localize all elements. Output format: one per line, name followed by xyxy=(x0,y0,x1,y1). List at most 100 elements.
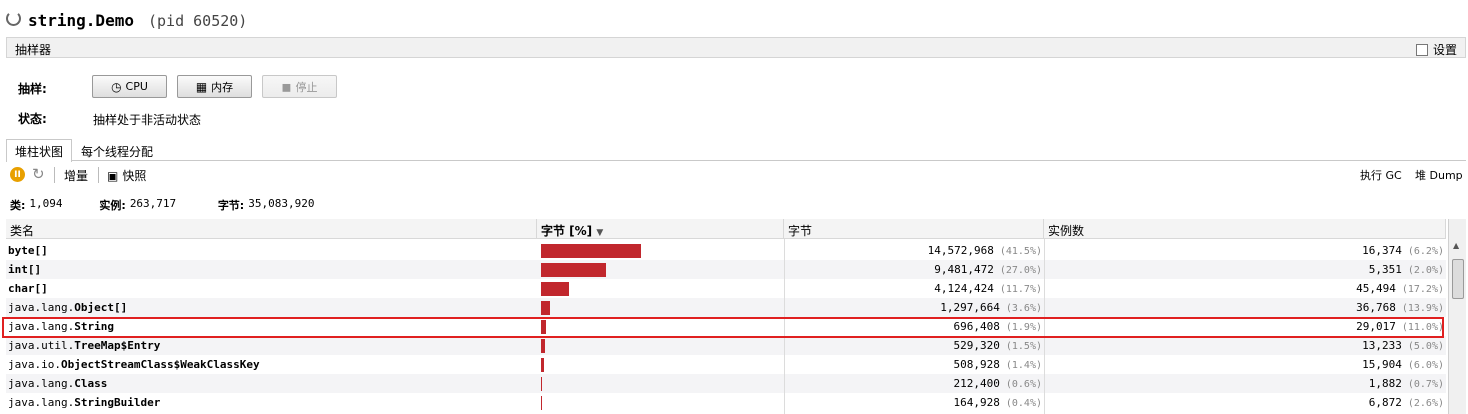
memory-chip-icon: ▦ xyxy=(195,79,208,94)
stop-button[interactable]: ◼ 停止 xyxy=(262,75,337,98)
bytes-value: 9,481,472 xyxy=(934,263,994,276)
column-header-bytes[interactable]: 字节 xyxy=(784,219,1044,239)
table-row[interactable]: java.lang.Class 212,400 (0.6%) 1,882 (0.7%) xyxy=(6,374,1446,393)
instances-value: 16,374 xyxy=(1362,244,1402,257)
class-simple-name: int[] xyxy=(8,263,42,276)
instances-percent-text: (6.0%) xyxy=(1407,360,1444,371)
memory-button[interactable]: ▦ 内存 xyxy=(177,75,252,98)
class-name-cell: byte[] xyxy=(8,244,48,257)
bytes-value: 529,320 xyxy=(953,339,1000,352)
column-header-instances[interactable]: 实例数 xyxy=(1044,219,1446,239)
heap-dump-button[interactable]: 堆 Dump xyxy=(1415,167,1463,183)
tab-heap-histogram[interactable]: 堆柱状图 xyxy=(6,139,73,162)
bytes-percent-bar xyxy=(541,377,543,391)
table-row[interactable]: java.io.ObjectStreamClass$WeakClassKey 50… xyxy=(6,355,1446,374)
class-name-cell: java.lang.StringBuilder xyxy=(8,396,160,409)
bytes-percent-bar xyxy=(541,396,542,410)
instances-value: 45,494 xyxy=(1356,282,1396,295)
package-name: java.lang. xyxy=(8,301,75,314)
sampler-section-header: 抽样器 设置 xyxy=(6,37,1466,58)
instances-value: 1,882 xyxy=(1368,377,1402,390)
class-simple-name: StringBuilder xyxy=(74,396,161,409)
instances-percent-text: (2.6%) xyxy=(1407,398,1444,409)
scroll-up-arrow[interactable]: ▲ xyxy=(1453,241,1459,250)
bytes-cell: 1,297,664 (3.6%) xyxy=(786,301,1042,314)
histogram-toolbar: II ↻ 增量 ▣ 快照 执行 GC 堆 Dump xyxy=(6,162,1466,188)
memory-button-label: 内存 xyxy=(211,80,234,94)
bytes-cell: 14,572,968 (41.5%) xyxy=(786,244,1042,257)
pause-button[interactable]: II xyxy=(10,167,25,182)
class-name-cell: char[] xyxy=(8,282,48,295)
sort-desc-icon: ▼ xyxy=(596,228,604,238)
instances-value: 15,904 xyxy=(1362,358,1402,371)
column-header-bytes-percent[interactable]: 字节 [%] ▼ xyxy=(537,219,784,239)
table-row[interactable]: java.util.TreeMap$Entry 529,320 (1.5%) 13,2… xyxy=(6,336,1446,355)
perform-gc-button[interactable]: 执行 GC xyxy=(1360,167,1402,183)
bytes-percent-text: (3.6%) xyxy=(1005,303,1042,314)
instances-percent-text: (6.2%) xyxy=(1407,246,1444,257)
class-simple-name: Object[] xyxy=(74,301,128,314)
bytes-value: 1,297,664 xyxy=(940,301,1000,314)
classes-label: 类: xyxy=(10,199,26,212)
bytes-percent-text: (41.5%) xyxy=(999,246,1042,257)
bytes-percent-text: (0.4%) xyxy=(1005,398,1042,409)
instances-cell: 15,904 (6.0%) xyxy=(1046,358,1444,371)
cpu-button[interactable]: ◷ CPU xyxy=(92,75,167,98)
bytes-percent-header-label: 字节 [%] xyxy=(541,224,593,238)
instances-value: 6,872 xyxy=(1368,396,1402,409)
bytes-value: 164,928 xyxy=(953,396,1000,409)
package-name: java.io. xyxy=(8,358,61,371)
bytes-percent-text: (11.7%) xyxy=(999,284,1042,295)
class-simple-name: Class xyxy=(74,377,108,390)
package-name: java.lang. xyxy=(8,377,75,390)
bytes-label: 字节: xyxy=(217,199,245,212)
class-name-cell: java.lang.Object[] xyxy=(8,301,127,314)
bytes-value: 212,400 xyxy=(953,377,1000,390)
instances-cell: 16,374 (6.2%) xyxy=(1046,244,1444,257)
table-row[interactable]: byte[] 14,572,968 (41.5%) 16,374 (6.2%) xyxy=(6,241,1446,260)
bytes-percent-text: (27.0%) xyxy=(999,265,1042,276)
instances-value: 13,233 xyxy=(1362,339,1402,352)
bytes-cell: 529,320 (1.5%) xyxy=(786,339,1042,352)
table-row[interactable]: java.lang.StringBuilder 164,928 (0.4%) 6,87… xyxy=(6,393,1446,412)
instances-cell: 36,768 (13.9%) xyxy=(1046,301,1444,314)
bytes-percent-bar xyxy=(541,244,641,258)
scrollbar-thumb[interactable] xyxy=(1452,259,1464,299)
bytes-percent-bar xyxy=(541,301,550,315)
clock-icon: ◷ xyxy=(111,79,122,94)
settings-toggle[interactable]: 设置 xyxy=(1415,41,1457,58)
cpu-button-label: CPU xyxy=(125,80,148,93)
table-row[interactable]: int[] 9,481,472 (27.0%) 5,351 (2.0%) xyxy=(6,260,1446,279)
instances-percent-text: (0.7%) xyxy=(1407,379,1444,390)
table-scrollbar[interactable]: ▲ xyxy=(1448,219,1466,414)
instances-cell: 1,882 (0.7%) xyxy=(1046,377,1444,390)
table-row[interactable]: char[] 4,124,424 (11.7%) 45,494 (17.2%) xyxy=(6,279,1446,298)
bytes-percent-text: (1.4%) xyxy=(1005,360,1042,371)
bytes-percent-bar xyxy=(541,263,607,277)
class-name-cell: java.util.TreeMap$Entry xyxy=(8,339,160,352)
bytes-cell: 508,928 (1.4%) xyxy=(786,358,1042,371)
settings-checkbox[interactable] xyxy=(1415,43,1428,56)
window-title-bar: string.Demo (pid 60520) xyxy=(0,0,1468,36)
instances-value: 36,768 xyxy=(1356,301,1396,314)
tab-per-thread-allocation[interactable]: 每个线程分配 xyxy=(72,139,162,161)
bytes-cell: 212,400 (0.6%) xyxy=(786,377,1042,390)
process-id: (pid 60520) xyxy=(148,12,248,30)
delta-label: 增量 xyxy=(64,169,89,183)
refresh-button[interactable]: ↻ xyxy=(32,166,48,182)
toolbar-separator xyxy=(98,167,99,183)
class-name-cell: int[] xyxy=(8,263,41,276)
instances-cell: 45,494 (17.2%) xyxy=(1046,282,1444,295)
loading-spinner-icon xyxy=(6,11,21,26)
snapshot-button[interactable]: ▣ 快照 xyxy=(107,167,146,184)
column-header-class-name[interactable]: 类名 xyxy=(6,219,537,239)
table-row[interactable]: java.lang.Object[] 1,297,664 (3.6%) 36,768 (… xyxy=(6,298,1446,317)
bytes-percent-bar xyxy=(541,282,570,296)
bytes-cell: 9,481,472 (27.0%) xyxy=(786,263,1042,276)
app-title: string.Demo xyxy=(28,11,134,30)
delta-toggle[interactable]: 增量 xyxy=(64,167,88,184)
class-simple-name: char[] xyxy=(8,282,48,295)
snapshot-icon: ▣ xyxy=(107,168,119,183)
instances-cell: 13,233 (5.0%) xyxy=(1046,339,1444,352)
bytes-percent-bar xyxy=(541,358,545,372)
